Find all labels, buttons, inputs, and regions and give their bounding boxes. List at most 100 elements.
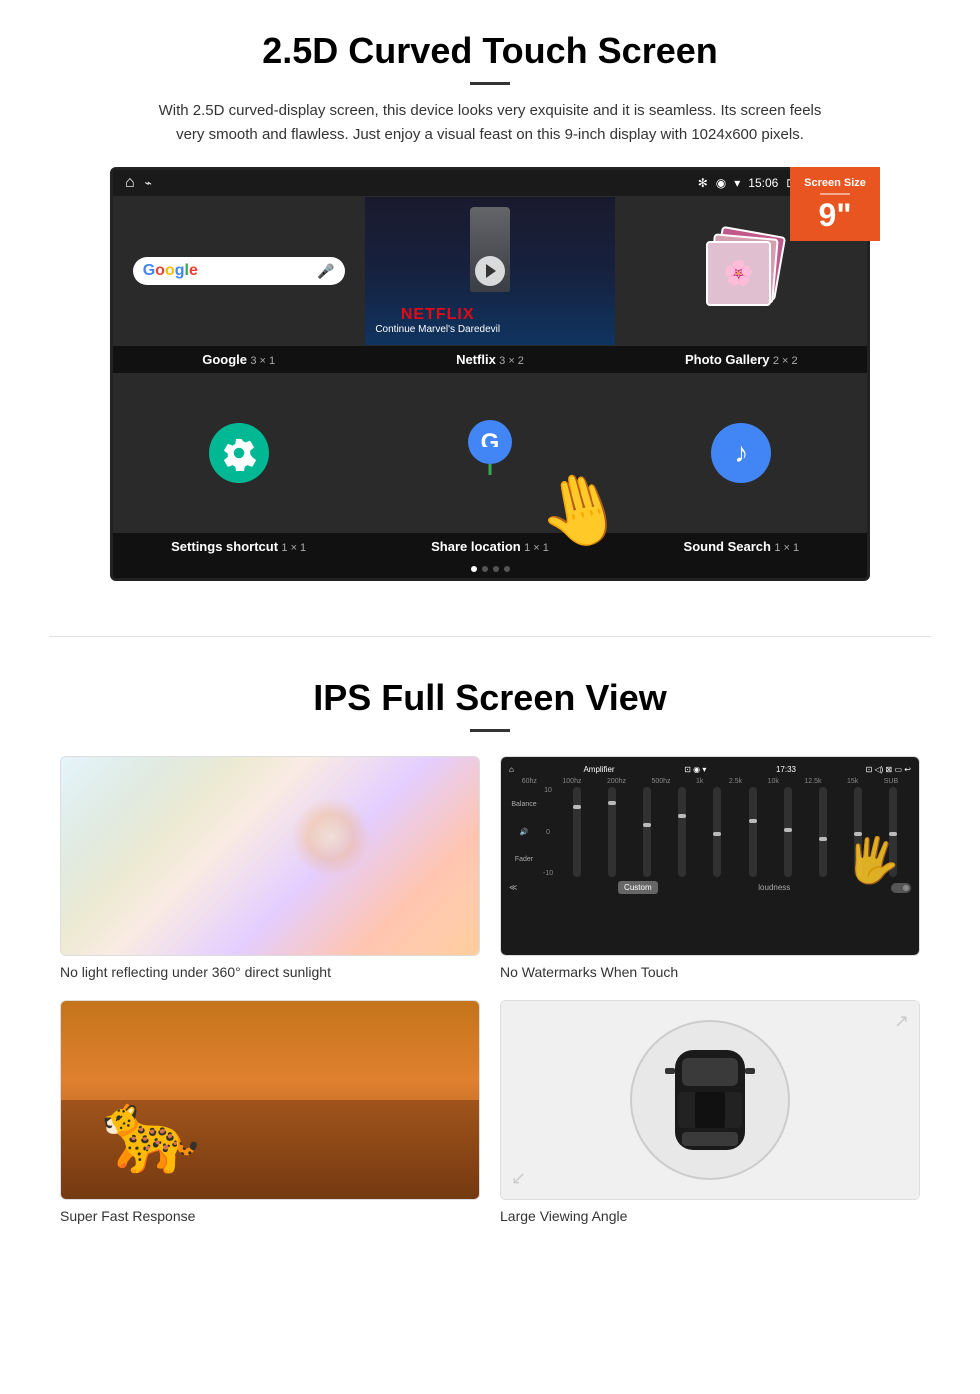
- flower-icon: 🌸: [724, 259, 754, 288]
- home-icon[interactable]: ⌂: [125, 174, 135, 192]
- indicator-dots: [113, 560, 867, 578]
- sound-size: 1 × 1: [774, 542, 799, 554]
- location-icon: ◉: [716, 176, 726, 190]
- image-card-car: ↗ ↙ Large Viewing Angle: [500, 1000, 920, 1224]
- mic-icon[interactable]: 🎤: [317, 263, 334, 280]
- music-note-icon: ♪: [734, 437, 748, 469]
- settings-icon-circle: [209, 423, 269, 483]
- slider-1-handle: [573, 805, 581, 809]
- amp-title: Amplifier: [583, 765, 614, 774]
- amp-icons: ⊡ ◉ ▾: [684, 765, 706, 774]
- play-triangle-icon: [486, 264, 496, 278]
- google-search-bar[interactable]: Google 🎤: [133, 257, 345, 285]
- slider-3[interactable]: [643, 787, 651, 877]
- netflix-logo: NETFLIX: [375, 306, 500, 324]
- screen-size-badge: Screen Size 9": [790, 167, 880, 241]
- freq-labels: 60hz100hz200hz500hz1k2.5k10k12.5k15kSUB: [509, 778, 911, 785]
- eq-section: Balance 🔊 Fader 10 0 -10: [509, 787, 911, 877]
- sunlight-caption: No light reflecting under 360° direct su…: [60, 964, 480, 980]
- car-caption: Large Viewing Angle: [500, 1208, 920, 1224]
- google-logo: Google: [143, 262, 198, 280]
- netflix-size: 3 × 2: [499, 355, 524, 367]
- gallery-name: Photo Gallery: [685, 352, 770, 367]
- cheetah-icon: 🐆: [101, 1085, 201, 1179]
- slider-6[interactable]: [749, 787, 757, 877]
- sound-icon-circle: ♪: [711, 423, 771, 483]
- slider-5[interactable]: [713, 787, 721, 877]
- settings-name: Settings shortcut: [171, 539, 278, 554]
- slider-7[interactable]: [784, 787, 792, 877]
- app-labels-bottom: Settings shortcut 1 × 1 Share location 1…: [113, 533, 867, 560]
- app-grid-bottom: G 🤚 ♪: [113, 373, 867, 533]
- car-visual: ↗ ↙: [501, 1001, 919, 1199]
- settings-size: 1 × 1: [281, 542, 306, 554]
- settings-label: Settings shortcut 1 × 1: [113, 533, 364, 560]
- settings-app-cell[interactable]: [113, 373, 364, 533]
- bluetooth-icon: ✻: [698, 176, 708, 190]
- google-name: Google: [202, 352, 247, 367]
- angle-arrow: ↗: [894, 1011, 909, 1032]
- amp-controls: ⊡ ◁) ⊠ ▭ ↩: [866, 765, 911, 774]
- amplifier-image: ⌂ Amplifier ⊡ ◉ ▾ 17:33 ⊡ ◁) ⊠ ▭ ↩ 60hz1…: [500, 756, 920, 956]
- wifi-icon: ▾: [734, 176, 740, 190]
- sound-label: Sound Search 1 × 1: [616, 533, 867, 560]
- section1-description: With 2.5D curved-display screen, this de…: [150, 99, 830, 147]
- slider-2-handle: [608, 801, 616, 805]
- google-maps-svg: G: [465, 417, 515, 477]
- share-name: Share location: [431, 539, 521, 554]
- slider-4[interactable]: [678, 787, 686, 877]
- slider-3-handle: [643, 823, 651, 827]
- dot-3: [493, 566, 499, 572]
- share-label: Share location 1 × 1: [364, 533, 615, 560]
- amp-loudness-toggle[interactable]: [891, 883, 911, 893]
- slider-1[interactable]: [573, 787, 581, 877]
- maps-icon: G: [465, 417, 515, 489]
- slider-5-handle: [713, 832, 721, 836]
- eq-side-labels: Balance 🔊 Fader: [509, 801, 539, 863]
- toggle-track: [891, 883, 911, 893]
- dot-2: [482, 566, 488, 572]
- netflix-label: Netflix 3 × 2: [364, 346, 615, 373]
- section1-divider: [470, 82, 510, 85]
- cheetah-caption: Super Fast Response: [60, 1208, 480, 1224]
- section1-title: 2.5D Curved Touch Screen: [60, 30, 920, 72]
- gallery-size: 2 × 2: [773, 355, 798, 367]
- section2-title: IPS Full Screen View: [60, 677, 920, 719]
- image-grid: No light reflecting under 360° direct su…: [60, 756, 920, 1224]
- image-card-amplifier: ⌂ Amplifier ⊡ ◉ ▾ 17:33 ⊡ ◁) ⊠ ▭ ↩ 60hz1…: [500, 756, 920, 980]
- amplifier-visual: ⌂ Amplifier ⊡ ◉ ▾ 17:33 ⊡ ◁) ⊠ ▭ ↩ 60hz1…: [501, 757, 919, 955]
- amp-back-btn[interactable]: ≪: [509, 883, 517, 892]
- sound-name: Sound Search: [684, 539, 771, 554]
- badge-label: Screen Size: [798, 177, 872, 189]
- slider-6-handle: [749, 819, 757, 823]
- badge-divider: [820, 193, 850, 195]
- car-circle: [630, 1020, 790, 1180]
- device-mockup: Screen Size 9" ⌂ ⌁ ✻ ◉ ▾ 15:06 ⊡ ◁) ⊠: [110, 167, 870, 581]
- slider-2[interactable]: [608, 787, 616, 877]
- netflix-app-cell[interactable]: NETFLIX Continue Marvel's Daredevil: [364, 196, 615, 346]
- amp-custom-btn[interactable]: Custom: [618, 881, 658, 894]
- share-location-cell[interactable]: G 🤚: [364, 373, 615, 533]
- sound-search-cell[interactable]: ♪: [616, 373, 867, 533]
- section2-divider: [470, 729, 510, 732]
- light-overlay: [61, 757, 479, 955]
- toggle-thumb: [903, 885, 909, 891]
- amp-home-icon: ⌂: [509, 765, 514, 774]
- car-top-svg: [660, 1030, 760, 1170]
- google-label: Google 3 × 1: [113, 346, 364, 373]
- eq-scale: 10 0 -10: [543, 787, 553, 877]
- play-button[interactable]: [475, 256, 505, 286]
- app-grid-top: Google 🎤 NETFLIX: [113, 196, 867, 346]
- angle-arrow-2: ↙: [511, 1168, 526, 1189]
- slider-7-handle: [784, 828, 792, 832]
- cheetah-image: 🐆: [60, 1000, 480, 1200]
- netflix-name: Netflix: [456, 352, 496, 367]
- section-ips-view: IPS Full Screen View No light reflecting…: [0, 667, 980, 1244]
- photo-stack: 🌸: [701, 231, 781, 311]
- sky-visual: [61, 757, 479, 955]
- device-screen: ⌂ ⌁ ✻ ◉ ▾ 15:06 ⊡ ◁) ⊠ ▭: [110, 167, 870, 581]
- amp-loudness-label: loudness: [758, 883, 790, 892]
- slider-8[interactable]: [819, 787, 827, 877]
- google-app-cell[interactable]: Google 🎤: [113, 196, 364, 346]
- gear-icon: [221, 435, 257, 471]
